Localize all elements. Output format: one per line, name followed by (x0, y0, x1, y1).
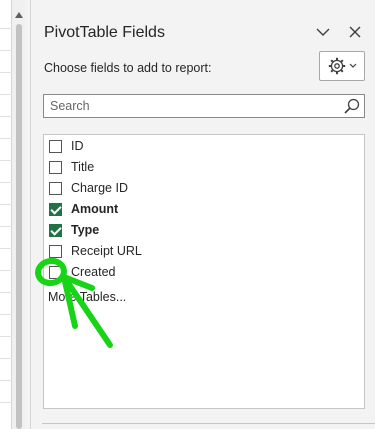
grid-line (0, 248, 12, 249)
field-item-title[interactable]: Title (49, 157, 94, 177)
grid-line (0, 292, 12, 293)
field-label: Title (71, 160, 95, 174)
field-label: ID (71, 139, 84, 153)
grid-line (0, 270, 12, 271)
checkbox-icon[interactable] (49, 181, 62, 195)
scroll-up-arrow-icon[interactable] (15, 12, 23, 18)
pane-title: PivotTable Fields (44, 24, 165, 41)
grid-line (0, 314, 12, 315)
grid-line (0, 28, 12, 29)
gear-icon (328, 57, 345, 75)
checkbox-checked-icon[interactable] (49, 223, 62, 237)
grid-line (0, 72, 12, 73)
field-list: ID Title Charge ID Amount Type Receipt U… (43, 134, 365, 409)
close-icon (349, 26, 361, 38)
grid-line (0, 138, 12, 139)
field-item-id[interactable]: ID (49, 136, 84, 156)
scroll-thumb[interactable] (16, 24, 22, 429)
field-search-box[interactable] (43, 94, 365, 118)
field-layout-settings-button[interactable] (319, 51, 365, 81)
grid-line (0, 204, 12, 205)
checkbox-checked-icon[interactable] (49, 202, 62, 216)
field-label: Amount (71, 202, 119, 216)
checkbox-icon[interactable] (49, 139, 62, 153)
field-item-created[interactable]: Created (49, 262, 115, 282)
pane-options-button[interactable] (313, 22, 333, 42)
field-label: Receipt URL (71, 244, 142, 258)
chevron-down-icon (316, 28, 330, 36)
chevron-down-icon (349, 63, 356, 68)
checkbox-icon[interactable] (49, 265, 62, 279)
checkbox-icon[interactable] (49, 160, 62, 174)
field-label: Created (71, 265, 116, 279)
search-input[interactable] (44, 99, 334, 113)
close-pane-button[interactable] (345, 22, 365, 42)
grid-line (0, 226, 12, 227)
grid-line (0, 160, 12, 161)
field-label: Type (71, 223, 100, 237)
checkbox-icon[interactable] (49, 244, 62, 258)
grid-line (0, 50, 12, 51)
grid-line (0, 182, 12, 183)
field-label: Charge ID (71, 181, 128, 195)
vertical-scrollbar[interactable] (12, 0, 26, 429)
field-item-charge-id[interactable]: Charge ID (49, 178, 128, 198)
pivottable-fields-pane: PivotTable Fields Choose fields to add t… (31, 0, 375, 429)
choose-fields-label: Choose fields to add to report: (44, 61, 212, 75)
grid-line (0, 380, 12, 381)
grid-line (0, 116, 12, 117)
more-tables-link[interactable]: More Tables... (48, 290, 126, 304)
worksheet-edge (0, 0, 12, 429)
grid-line (0, 358, 12, 359)
pane-footer-divider (42, 423, 375, 424)
grid-line (0, 402, 12, 403)
field-item-receipt-url[interactable]: Receipt URL (49, 241, 142, 261)
search-icon[interactable] (344, 98, 360, 114)
grid-line (0, 336, 12, 337)
field-item-amount[interactable]: Amount (49, 199, 118, 219)
grid-line (0, 94, 12, 95)
field-item-type[interactable]: Type (49, 220, 99, 240)
